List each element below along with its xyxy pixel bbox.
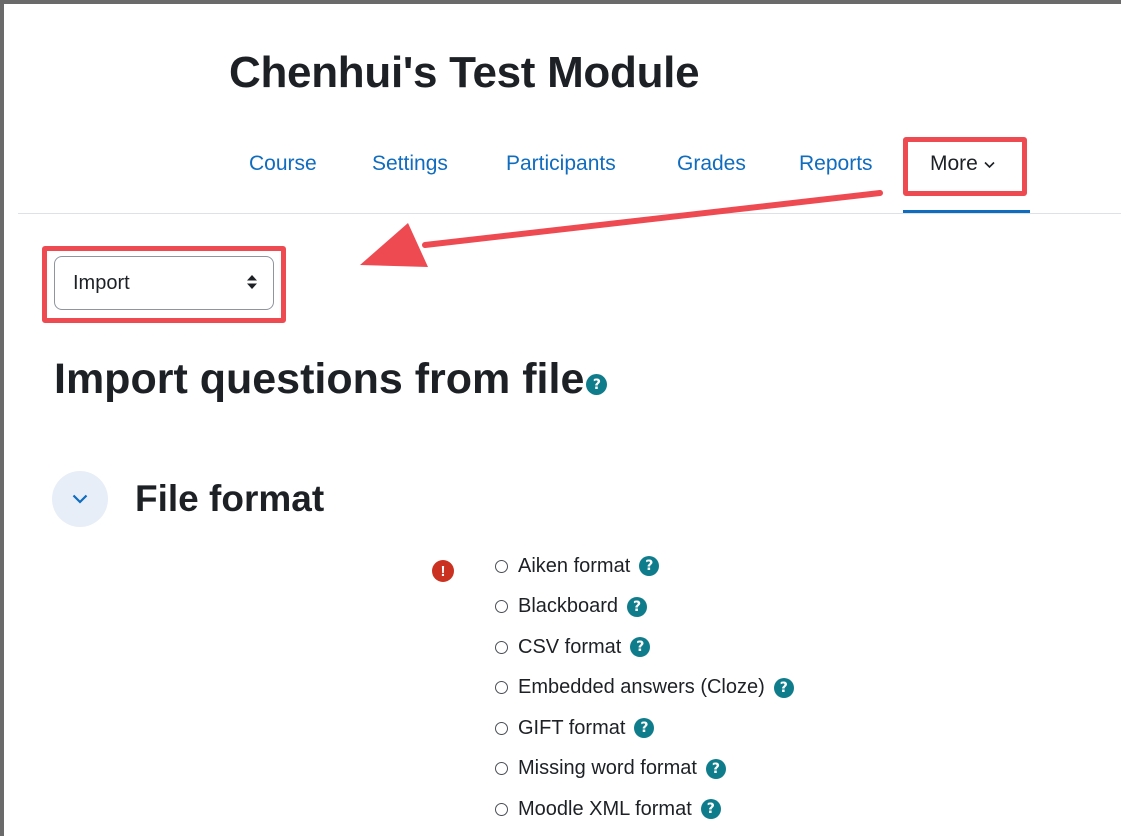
- annotation-arrow-icon: [360, 190, 883, 267]
- radio-button[interactable]: [495, 721, 508, 735]
- option-label: GIFT format: [518, 716, 626, 739]
- question-circle-icon[interactable]: ?: [634, 718, 655, 739]
- radio-button[interactable]: [495, 640, 508, 654]
- window-frame-top: [0, 0, 1121, 4]
- tab-grades[interactable]: Grades: [677, 152, 746, 176]
- radio-button[interactable]: [495, 802, 508, 816]
- radio-button[interactable]: [495, 600, 508, 614]
- radio-button[interactable]: [495, 762, 508, 776]
- page-heading: Import questions from file ?: [54, 355, 608, 404]
- question-circle-icon[interactable]: ?: [639, 556, 660, 577]
- question-circle-icon[interactable]: ?: [586, 374, 608, 395]
- chevron-down-icon: [72, 494, 88, 504]
- page-heading-text: Import questions from file: [54, 355, 585, 403]
- up-down-arrows-icon: [247, 275, 257, 291]
- tab-course[interactable]: Course: [249, 152, 317, 176]
- file-format-option[interactable]: Aiken format ?: [495, 546, 794, 587]
- question-circle-icon[interactable]: ?: [627, 596, 648, 617]
- tab-participants[interactable]: Participants: [506, 152, 616, 176]
- action-select[interactable]: Import: [54, 256, 274, 310]
- question-circle-icon[interactable]: ?: [705, 758, 726, 779]
- option-label: Moodle XML format: [518, 797, 692, 820]
- file-format-option[interactable]: Embedded answers (Cloze) ?: [495, 668, 794, 709]
- section-title: File format: [135, 478, 325, 519]
- option-label: Aiken format: [518, 554, 631, 577]
- file-format-option[interactable]: Moodle XML format ?: [495, 789, 794, 830]
- file-format-options: Aiken format ? Blackboard ? CSV format ?…: [495, 546, 794, 830]
- file-format-option[interactable]: CSV format ?: [495, 627, 794, 668]
- section-collapse-button[interactable]: [52, 471, 108, 527]
- action-select-value: Import: [73, 271, 130, 294]
- active-tab-indicator: [903, 210, 1030, 213]
- annotation-highlight-more: [903, 137, 1027, 196]
- module-title: Chenhui's Test Module: [229, 48, 700, 97]
- option-label: Embedded answers (Cloze): [518, 676, 765, 699]
- question-circle-icon[interactable]: ?: [700, 799, 721, 820]
- question-circle-icon[interactable]: ?: [630, 637, 651, 658]
- radio-button[interactable]: [495, 681, 508, 695]
- window-frame-left: [0, 0, 4, 836]
- option-label: CSV format: [518, 635, 622, 658]
- radio-button[interactable]: [495, 559, 508, 573]
- file-format-option[interactable]: GIFT format ?: [495, 708, 794, 749]
- option-label: Missing word format: [518, 757, 697, 780]
- file-format-option[interactable]: Blackboard ?: [495, 587, 794, 628]
- tab-reports[interactable]: Reports: [799, 152, 873, 176]
- file-format-option[interactable]: Missing word format ?: [495, 749, 794, 790]
- tab-settings[interactable]: Settings: [372, 152, 448, 176]
- option-label: Blackboard: [518, 595, 619, 618]
- question-circle-icon[interactable]: ?: [773, 677, 794, 698]
- exclamation-circle-icon: !: [432, 560, 454, 582]
